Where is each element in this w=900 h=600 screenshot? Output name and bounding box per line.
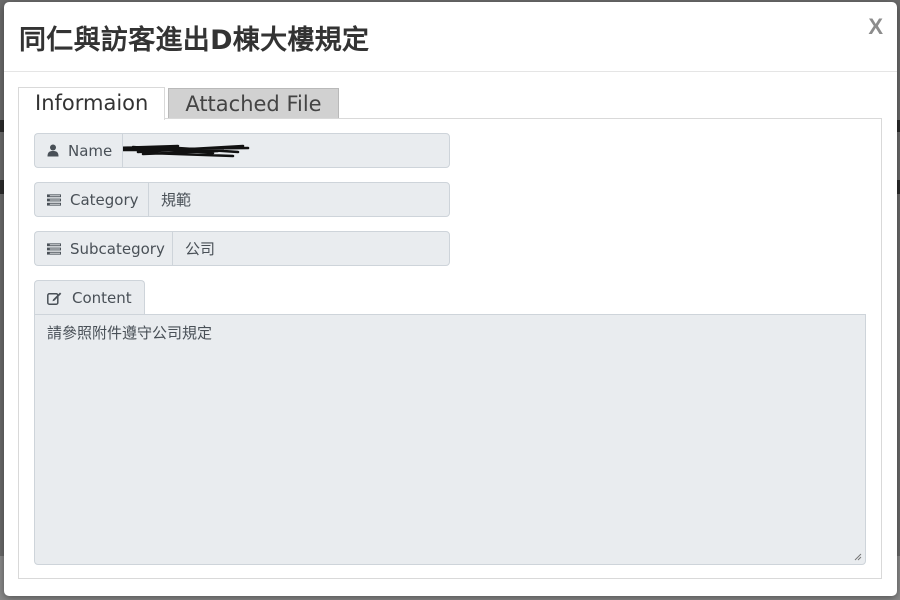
redaction-scribble [123,144,250,158]
subcategory-field[interactable]: 公司 [172,231,450,266]
list-icon [47,242,61,256]
subcategory-field-group: Subcategory 公司 [34,231,450,266]
modal-header: 同仁與訪客進出D棟大樓規定 X [4,2,897,72]
name-field[interactable] [122,133,450,168]
name-addon: Name [34,133,122,168]
resize-grip-icon[interactable] [852,551,862,561]
tab-panel: Name Category 規範 Subcategory 公司 Content … [18,118,882,579]
name-field-group: Name [34,133,450,168]
modal-title: 同仁與訪客進出D棟大樓規定 [19,25,370,56]
tab-attached-file[interactable]: Attached File [168,88,339,119]
content-addon: Content [34,280,145,315]
close-button[interactable]: X [868,14,883,40]
category-field[interactable]: 規範 [148,182,450,217]
user-icon [47,144,59,158]
category-addon: Category [34,182,148,217]
content-text: 請參照附件遵守公司規定 [47,324,213,342]
tab-information[interactable]: Informaion [18,87,166,120]
category-label: Category [70,190,139,209]
category-field-group: Category 規範 [34,182,450,217]
content-label: Content [72,289,132,307]
subcategory-label: Subcategory [70,239,165,258]
content-textarea[interactable]: 請參照附件遵守公司規定 [34,314,866,565]
tab-bar: Informaion Attached File [18,87,339,120]
modal-dialog: 同仁與訪客進出D棟大樓規定 X Informaion Attached File… [4,2,897,596]
edit-icon [47,291,62,306]
name-label: Name [68,141,113,160]
subcategory-addon: Subcategory [34,231,172,266]
list-icon [47,193,61,207]
